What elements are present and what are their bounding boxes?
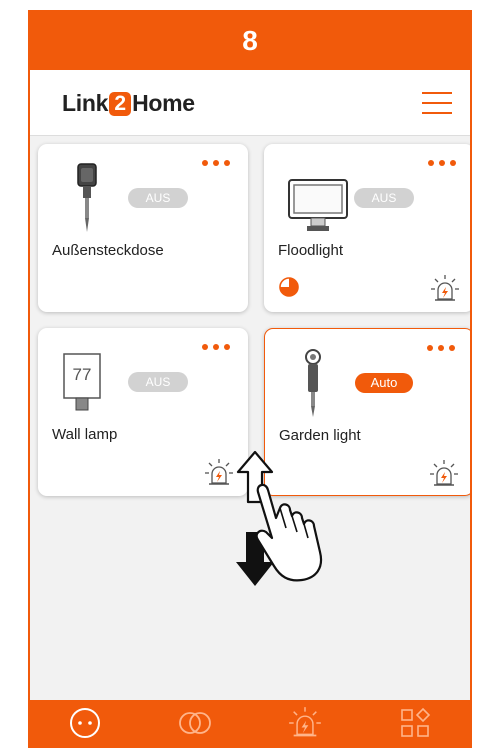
apps-tab-icon — [401, 707, 431, 737]
step-banner: 8 — [30, 12, 470, 70]
logo-suffix: Home — [132, 90, 195, 116]
app-frame: 8 Link 2 Home AUS Außensteckdose AUS Flo… — [28, 10, 472, 748]
garden-light-icon — [305, 349, 321, 417]
drag-reorder-gesture-icon — [236, 450, 323, 586]
device-label: Außensteckdose — [52, 242, 164, 259]
status-toggle[interactable]: AUS — [128, 372, 188, 392]
status-toggle[interactable]: AUS — [354, 188, 414, 208]
tab-apps[interactable] — [393, 703, 437, 743]
timer-icon[interactable] — [278, 276, 300, 298]
device-label: Floodlight — [278, 242, 344, 259]
siren-icon[interactable] — [429, 459, 459, 489]
app-header: Link 2 Home — [30, 70, 470, 136]
floodlight-icon — [288, 179, 348, 231]
wall-lamp-icon-text: 77 — [73, 365, 92, 384]
step-number: 8 — [242, 25, 258, 56]
logo-prefix: Link — [62, 90, 109, 116]
more-options-icon[interactable] — [202, 340, 230, 354]
link2home-logo: Link 2 Home — [62, 90, 195, 117]
more-options-icon[interactable] — [202, 156, 230, 170]
logo-two: 2 — [109, 91, 132, 116]
tab-groups[interactable] — [173, 703, 217, 743]
outdoor-socket-icon — [77, 163, 97, 232]
alarm-tab-icon — [289, 707, 321, 737]
wall-lamp-icon: 77 — [63, 353, 101, 411]
groups-tab-icon — [179, 712, 211, 734]
hamburger-menu-icon[interactable] — [422, 92, 452, 114]
status-toggle[interactable]: Auto — [355, 373, 413, 393]
more-options-icon[interactable] — [428, 156, 456, 170]
devices-tab-icon — [70, 708, 100, 738]
tab-alarm[interactable] — [283, 703, 327, 743]
tab-devices[interactable] — [63, 703, 107, 743]
status-toggle[interactable]: AUS — [128, 188, 188, 208]
more-options-icon[interactable] — [427, 341, 455, 355]
device-card-aussensteckdose[interactable]: AUS Außensteckdose — [38, 144, 248, 312]
device-label: Wall lamp — [52, 426, 118, 443]
device-card-floodlight[interactable]: AUS Floodlight — [264, 144, 470, 312]
bottom-tab-bar — [30, 700, 470, 746]
siren-icon[interactable] — [430, 274, 460, 304]
